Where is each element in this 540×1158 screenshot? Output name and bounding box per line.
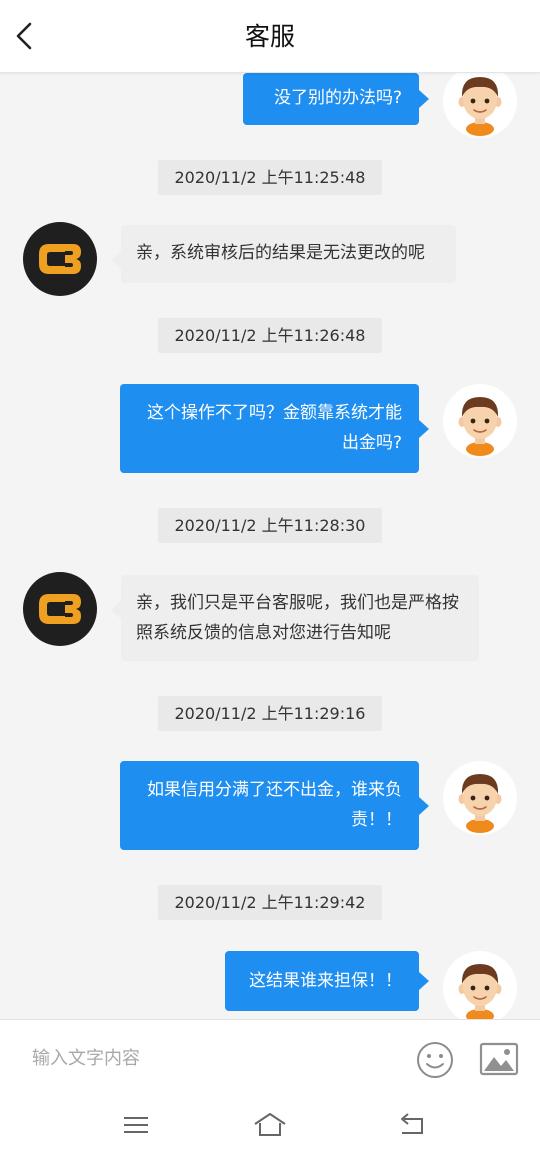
support-avatar[interactable]: [23, 572, 97, 646]
outgoing-message-bubble: 如果信用分满了还不出金，谁来负责！！: [120, 761, 429, 850]
message-text: 亲，我们只是平台客服呢，我们也是严格按照系统反馈的信息对您进行告知呢: [136, 593, 459, 643]
outgoing-message-bubble: 没了别的办法吗?: [243, 73, 429, 125]
service-logo-icon: [39, 244, 81, 274]
image-icon: [479, 1042, 519, 1076]
message-text: 如果信用分满了还不出金，谁来负责！！: [147, 780, 402, 830]
incoming-message-bubble: 亲，我们只是平台客服呢，我们也是严格按照系统反馈的信息对您进行告知呢: [111, 575, 479, 661]
message-text: 没了别的办法吗?: [273, 88, 402, 108]
support-avatar[interactable]: [23, 222, 97, 296]
user-avatar[interactable]: [443, 761, 517, 835]
message-timestamp: 2020/11/2 上午11:26:48: [158, 318, 382, 353]
message-input-bar: [0, 1019, 540, 1096]
menu-icon: [124, 1117, 148, 1133]
system-navigation-bar: [0, 1095, 540, 1158]
service-logo-icon: [39, 594, 81, 624]
user-avatar[interactable]: [443, 951, 517, 1019]
user-avatar-icon: [458, 964, 502, 1019]
user-avatar-icon: [458, 397, 502, 456]
message-text: 这结果谁来担保！！: [249, 971, 402, 991]
outgoing-message-bubble: 这个操作不了吗？金额靠系统才能出金吗?: [120, 384, 429, 473]
message-timestamp: 2020/11/2 上午11:29:42: [158, 885, 382, 920]
home-button[interactable]: [252, 1111, 288, 1139]
message-timestamp: 2020/11/2 上午11:28:30: [158, 508, 382, 543]
user-avatar[interactable]: [443, 73, 517, 138]
page-title: 客服: [244, 22, 295, 51]
return-button[interactable]: [396, 1111, 428, 1139]
home-icon: [254, 1113, 286, 1136]
user-avatar-icon: [458, 77, 502, 136]
menu-button[interactable]: [120, 1111, 152, 1139]
emoji-button[interactable]: [415, 1040, 455, 1080]
incoming-message-bubble: 亲，系统审核后的结果是无法更改的呢: [111, 225, 456, 283]
user-avatar[interactable]: [443, 384, 517, 458]
user-avatar-icon: [458, 774, 502, 833]
outgoing-message-bubble: 这结果谁来担保！！: [225, 951, 429, 1011]
smiley-icon: [417, 1042, 453, 1078]
header-bar: 客服: [0, 0, 540, 73]
image-button[interactable]: [479, 1042, 519, 1076]
message-input[interactable]: [32, 1040, 372, 1076]
return-icon: [401, 1113, 423, 1134]
message-text: 这个操作不了吗？金额靠系统才能出金吗?: [147, 403, 402, 453]
chat-message-list[interactable]: 没了别的办法吗? 2020/11/2 上午11:25:48 亲，系统审核后的结果…: [0, 73, 540, 1019]
message-timestamp: 2020/11/2 上午11:25:48: [158, 160, 382, 195]
message-timestamp: 2020/11/2 上午11:29:16: [158, 696, 382, 731]
message-text: 亲，系统审核后的结果是无法更改的呢: [136, 243, 425, 263]
